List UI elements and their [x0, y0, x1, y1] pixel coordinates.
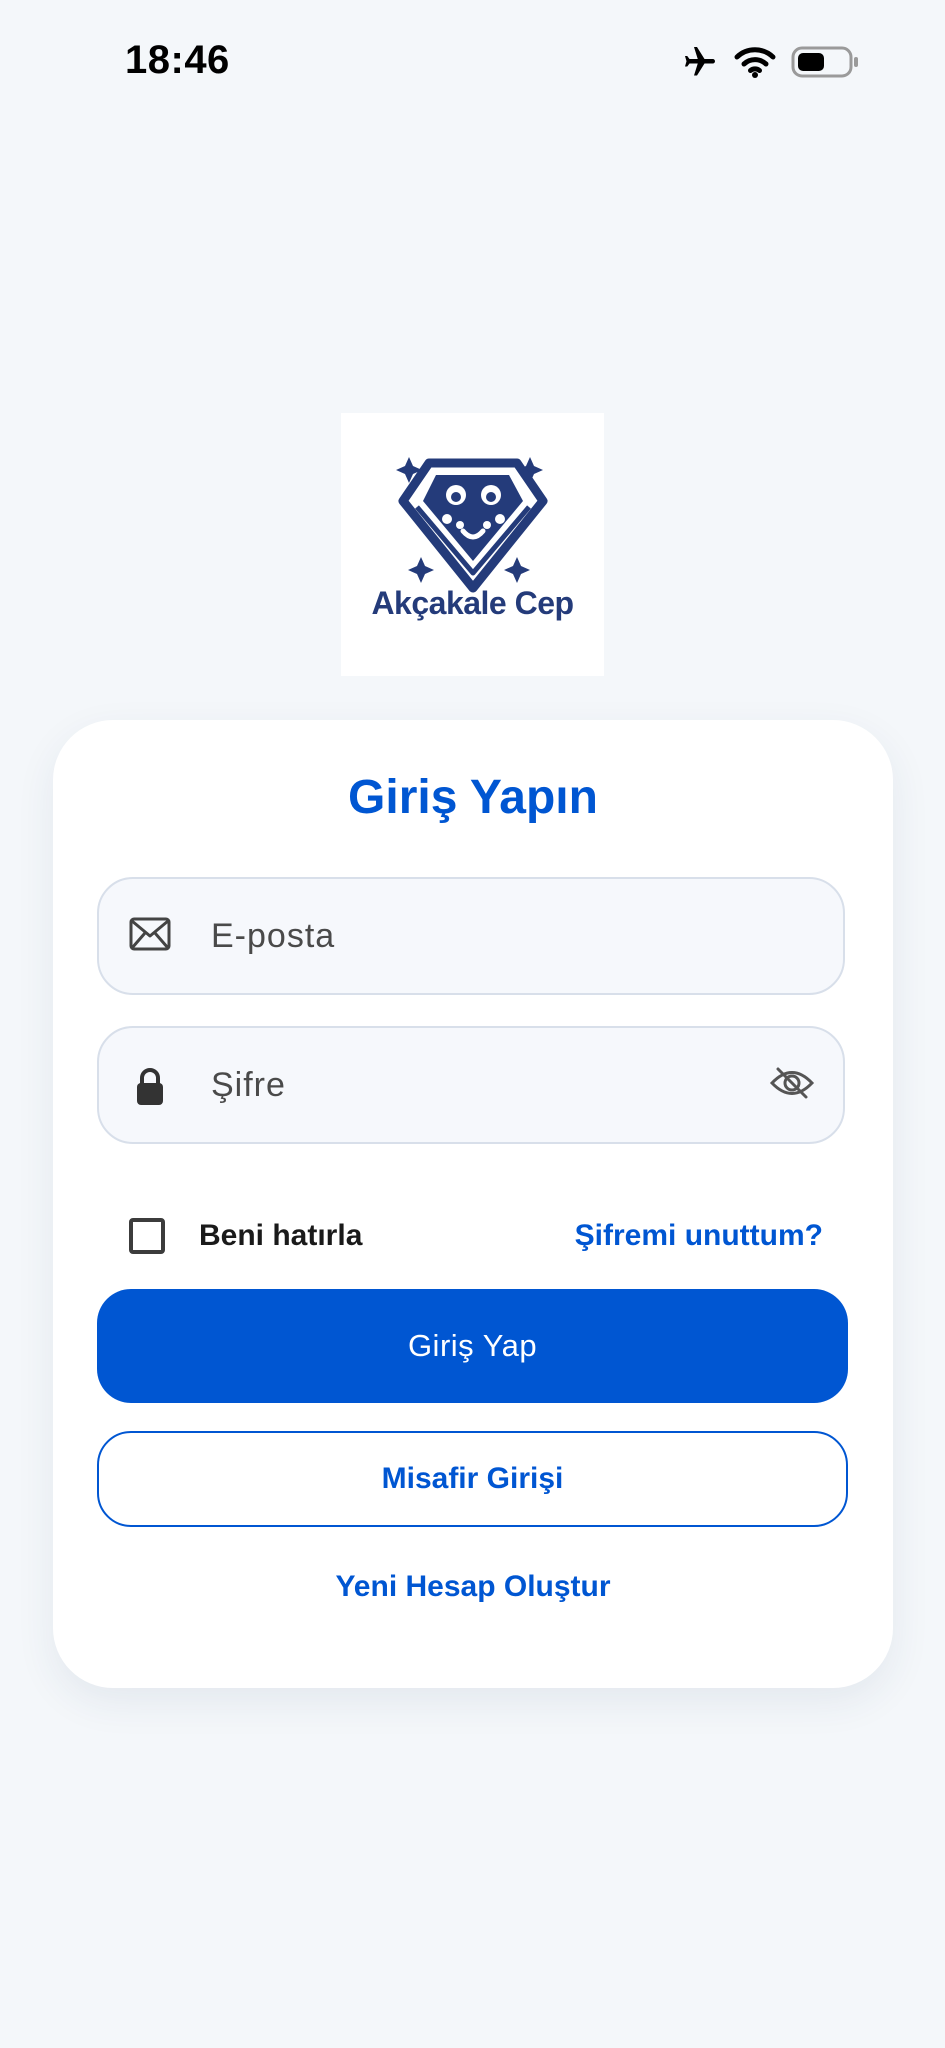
logo-text: Akçakale Cep — [371, 585, 574, 621]
forgot-password-link[interactable]: Şifremi unuttum? — [575, 1219, 823, 1253]
guest-login-button[interactable]: Misafir Girişi — [97, 1431, 848, 1527]
remember-checkbox[interactable] — [129, 1218, 165, 1254]
email-input[interactable] — [211, 879, 771, 993]
diamond-mascot-icon — [341, 413, 604, 676]
password-input[interactable] — [211, 1028, 771, 1142]
email-field[interactable] — [97, 877, 845, 995]
wifi-icon — [733, 45, 777, 79]
create-account-link[interactable]: Yeni Hesap Oluştur — [53, 1570, 893, 1604]
status-time: 18:46 — [125, 38, 230, 82]
remember-label[interactable]: Beni hatırla — [199, 1219, 362, 1253]
login-card: Giriş Yapın Beni ha — [53, 720, 893, 1688]
page-title: Giriş Yapın — [348, 771, 598, 824]
app-logo: Akçakale Cep — [341, 413, 604, 676]
lock-icon — [129, 1066, 171, 1111]
battery-icon — [791, 45, 859, 79]
remember-me-row: Beni hatırla — [129, 1218, 362, 1254]
password-field[interactable] — [97, 1026, 845, 1144]
status-bar: 18:46 — [0, 0, 945, 130]
eye-off-icon[interactable] — [769, 1066, 815, 1105]
status-icons — [681, 44, 859, 80]
airplane-icon — [681, 44, 719, 80]
mail-icon — [129, 917, 171, 956]
login-button[interactable]: Giriş Yap — [97, 1289, 848, 1403]
